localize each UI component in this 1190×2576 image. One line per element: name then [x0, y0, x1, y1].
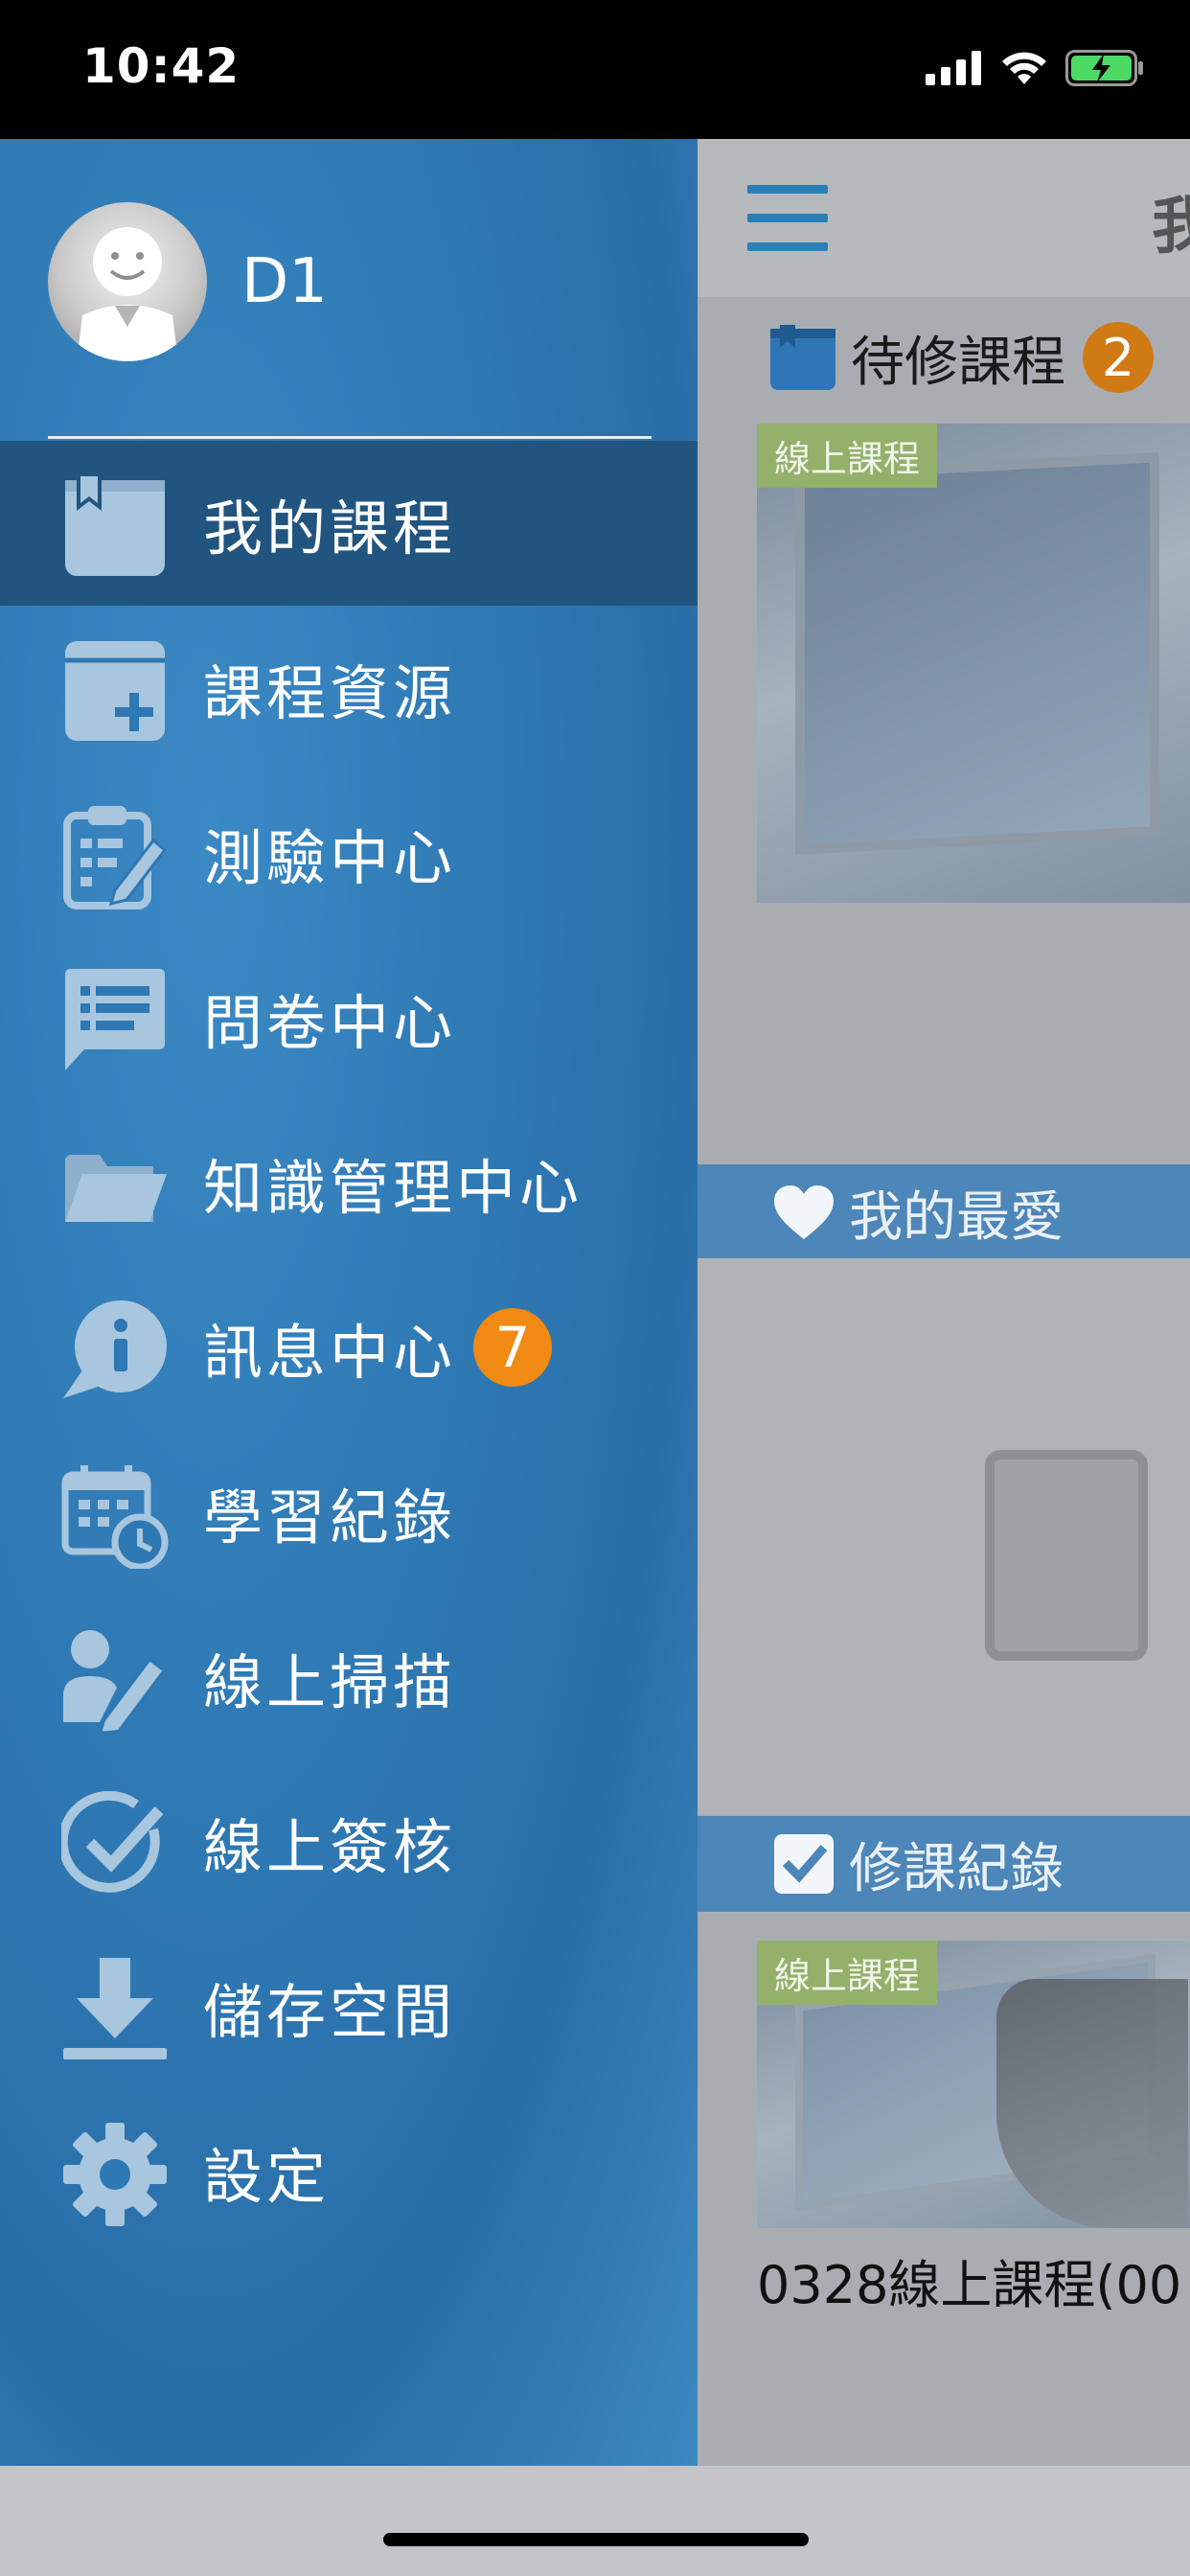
records-section-header[interactable]: 修課紀錄 [698, 1816, 1190, 1912]
menu-item-online-approval[interactable]: 線上簽核 [0, 1760, 698, 1924]
favorites-section-label: 我的最愛 [849, 1185, 1064, 1249]
folder-add-icon [65, 641, 165, 741]
drawer-menu: 我的課程 課程資源 測驗中心 問卷中心 知識管理中心 訊息中心 7 學習紀錄 線… [0, 441, 698, 2254]
menu-item-online-scan[interactable]: 線上掃描 [0, 1595, 698, 1760]
course-type-tag: 線上課程 [757, 1941, 938, 2005]
record-course-title[interactable]: 0328線上課程(00 [757, 2242, 1181, 2318]
favorites-empty-placeholder [698, 1258, 1190, 1814]
menu-item-settings[interactable]: 設定 [0, 2089, 698, 2254]
pending-course-card[interactable]: 線上課程 [757, 424, 1190, 903]
course-thumbnail-hand [996, 1979, 1188, 2228]
wifi-icon [1002, 52, 1046, 84]
menu-item-learning-records[interactable]: 學習紀錄 [0, 1430, 698, 1595]
record-course-card[interactable]: 線上課程 [757, 1941, 1190, 2228]
menu-item-my-courses[interactable]: 我的課程 [0, 441, 698, 606]
menu-label: 設定 [203, 2142, 331, 2212]
menu-label: 我的課程 [203, 494, 457, 564]
signal-icon [926, 51, 981, 85]
status-icons [926, 50, 1144, 86]
user-profile[interactable]: D1 [48, 202, 328, 361]
menu-label: 測驗中心 [203, 823, 457, 893]
navigation-drawer: D1 我的課程 課程資源 測驗中心 問卷中心 知識管理中心 訊息中心 7 學習紀… [0, 139, 698, 2466]
user-pen-icon [63, 1630, 168, 1734]
empty-document-icon [985, 1450, 1148, 1661]
calendar-clock-icon [61, 1465, 169, 1569]
profile-divider [48, 436, 652, 439]
book-icon [770, 325, 835, 390]
menu-label: 儲存空間 [203, 1977, 457, 2047]
status-time: 10:42 [82, 38, 240, 94]
page-title: 我 [1152, 192, 1190, 263]
menu-item-quiz-center[interactable]: 測驗中心 [0, 770, 698, 935]
home-indicator[interactable] [383, 2533, 809, 2546]
info-bubble-icon [63, 1300, 167, 1398]
menu-item-storage[interactable]: 儲存空間 [0, 1924, 698, 2089]
status-bar: 10:42 [0, 0, 1190, 139]
hamburger-menu-icon[interactable] [747, 185, 828, 252]
course-type-tag: 線上課程 [757, 424, 938, 488]
background-page: 我 待修課程 2 線上課程 我的最愛 修課紀錄 線上課程 0328線上課程(00 [698, 139, 1190, 2466]
menu-label: 訊息中心 [203, 1318, 457, 1388]
home-bar [0, 2466, 1190, 2576]
chat-list-icon [65, 969, 165, 1070]
menu-item-message-center[interactable]: 訊息中心 7 [0, 1265, 698, 1430]
menu-item-knowledge-center[interactable]: 知識管理中心 [0, 1100, 698, 1265]
menu-label: 線上掃描 [203, 1647, 457, 1717]
menu-item-course-resources[interactable]: 課程資源 [0, 606, 698, 770]
page-header: 我 [698, 139, 1190, 297]
battery-charging-icon [1065, 50, 1143, 86]
menu-label: 線上簽核 [203, 1812, 457, 1882]
username: D1 [241, 246, 328, 317]
menu-label: 知識管理中心 [203, 1153, 584, 1223]
course-thumbnail [795, 452, 1159, 855]
menu-item-survey-center[interactable]: 問卷中心 [0, 935, 698, 1100]
pending-section-label: 待修課程 [851, 331, 1065, 394]
gear-icon [63, 2123, 167, 2226]
favorites-section-header[interactable]: 我的最愛 [698, 1164, 1190, 1260]
book-icon [65, 476, 165, 576]
pending-section-header[interactable]: 待修課程 2 [698, 310, 1190, 405]
records-section-label: 修課紀錄 [849, 1837, 1064, 1900]
avatar [48, 202, 207, 361]
check-circle-icon [61, 1791, 164, 1893]
menu-label: 課程資源 [203, 658, 457, 728]
user-avatar-icon [77, 227, 178, 361]
clipboard-edit-icon [63, 806, 168, 909]
unread-count-badge: 7 [473, 1308, 552, 1387]
heart-icon [774, 1185, 834, 1239]
menu-label: 學習紀錄 [203, 1483, 457, 1552]
menu-label: 問卷中心 [203, 988, 457, 1058]
open-folder-icon [65, 1155, 167, 1222]
pending-count-badge: 2 [1083, 322, 1154, 393]
download-icon [63, 1958, 167, 2059]
checkbox-icon [774, 1834, 834, 1894]
